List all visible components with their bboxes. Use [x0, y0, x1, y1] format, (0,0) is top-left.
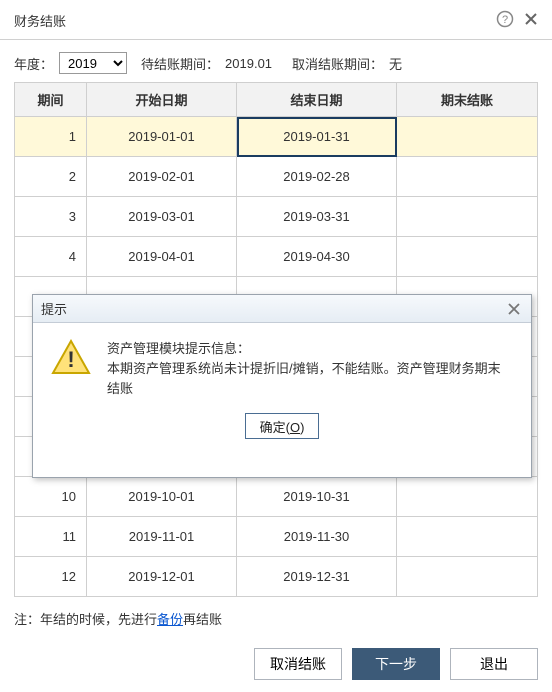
period-cell[interactable]: 2 [15, 157, 87, 197]
closed-cell[interactable] [397, 157, 538, 197]
end-date-cell[interactable]: 2019-01-31 [237, 117, 397, 157]
table-row[interactable]: 102019-10-012019-10-31 [15, 477, 538, 517]
cancel-close-button[interactable]: 取消结账 [254, 648, 342, 680]
table-row[interactable]: 32019-03-012019-03-31 [15, 197, 538, 237]
period-cell[interactable]: 1 [15, 117, 87, 157]
period-cell[interactable]: 3 [15, 197, 87, 237]
table-row[interactable]: 112019-11-012019-11-30 [15, 517, 538, 557]
dialog-header: 财务结账 ? [0, 0, 552, 40]
start-date-cell[interactable]: 2019-04-01 [87, 237, 237, 277]
warning-icon: ! [51, 339, 91, 375]
footer-buttons: 取消结账 下一步 退出 [0, 640, 552, 692]
alert-close-icon[interactable] [505, 300, 523, 318]
exit-button[interactable]: 退出 [450, 648, 538, 680]
start-date-cell[interactable]: 2019-11-01 [87, 517, 237, 557]
closed-cell[interactable] [397, 477, 538, 517]
alert-header: 提示 [33, 295, 531, 323]
alert-line1: 资产管理模块提示信息： [107, 339, 513, 359]
closed-cell[interactable] [397, 237, 538, 277]
table-header-row: 期间 开始日期 结束日期 期末结账 [15, 83, 538, 117]
end-date-cell[interactable]: 2019-04-30 [237, 237, 397, 277]
col-period: 期间 [15, 83, 87, 117]
end-date-cell[interactable]: 2019-02-28 [237, 157, 397, 197]
page-title: 财务结账 [14, 11, 66, 30]
end-date-cell[interactable]: 2019-03-31 [237, 197, 397, 237]
alert-ok-key: O [290, 420, 300, 435]
alert-ok-label: 确定 [260, 420, 286, 435]
col-start: 开始日期 [87, 83, 237, 117]
table-row[interactable]: 42019-04-012019-04-30 [15, 237, 538, 277]
next-button[interactable]: 下一步 [352, 648, 440, 680]
pending-label: 待结账期间： [141, 54, 219, 73]
col-closed: 期末结账 [397, 83, 538, 117]
start-date-cell[interactable]: 2019-12-01 [87, 557, 237, 597]
cancel-period-label: 取消结账期间： [292, 54, 383, 73]
backup-link[interactable]: 备份 [157, 612, 183, 627]
cancel-period-value: 无 [389, 54, 402, 73]
year-label: 年度： [14, 54, 53, 73]
close-icon[interactable] [524, 12, 538, 29]
period-cell[interactable]: 12 [15, 557, 87, 597]
note-line: 注：年结的时候，先进行备份再结账 [0, 597, 552, 640]
start-date-cell[interactable]: 2019-03-01 [87, 197, 237, 237]
alert-title: 提示 [41, 299, 67, 318]
start-date-cell[interactable]: 2019-10-01 [87, 477, 237, 517]
period-cell[interactable]: 11 [15, 517, 87, 557]
note-suffix: 再结账 [183, 612, 222, 627]
end-date-cell[interactable]: 2019-11-30 [237, 517, 397, 557]
col-end: 结束日期 [237, 83, 397, 117]
alert-line2: 本期资产管理系统尚未计提折旧/摊销，不能结账。资产管理财务期末结账 [107, 359, 513, 399]
closed-cell[interactable] [397, 557, 538, 597]
svg-text:?: ? [502, 14, 508, 26]
svg-text:!: ! [67, 347, 74, 372]
closed-cell[interactable] [397, 117, 538, 157]
alert-dialog: 提示 ! 资产管理模块提示信息： 本期资产管理系统尚未计提折旧/摊销，不能结账。… [32, 294, 532, 478]
table-row[interactable]: 122019-12-012019-12-31 [15, 557, 538, 597]
help-icon[interactable]: ? [496, 10, 514, 31]
end-date-cell[interactable]: 2019-10-31 [237, 477, 397, 517]
period-cell[interactable]: 10 [15, 477, 87, 517]
pending-value: 2019.01 [225, 56, 272, 71]
alert-ok-button[interactable]: 确定(O) [245, 413, 319, 439]
table-row[interactable]: 12019-01-012019-01-31 [15, 117, 538, 157]
start-date-cell[interactable]: 2019-01-01 [87, 117, 237, 157]
note-prefix: 注：年结的时候，先进行 [14, 612, 157, 627]
start-date-cell[interactable]: 2019-02-01 [87, 157, 237, 197]
filter-bar: 年度： 2019 待结账期间： 2019.01 取消结账期间： 无 [0, 40, 552, 82]
closed-cell[interactable] [397, 197, 538, 237]
table-row[interactable]: 22019-02-012019-02-28 [15, 157, 538, 197]
closed-cell[interactable] [397, 517, 538, 557]
end-date-cell[interactable]: 2019-12-31 [237, 557, 397, 597]
year-select[interactable]: 2019 [59, 52, 127, 74]
alert-text: 资产管理模块提示信息： 本期资产管理系统尚未计提折旧/摊销，不能结账。资产管理财… [107, 339, 513, 399]
period-cell[interactable]: 4 [15, 237, 87, 277]
